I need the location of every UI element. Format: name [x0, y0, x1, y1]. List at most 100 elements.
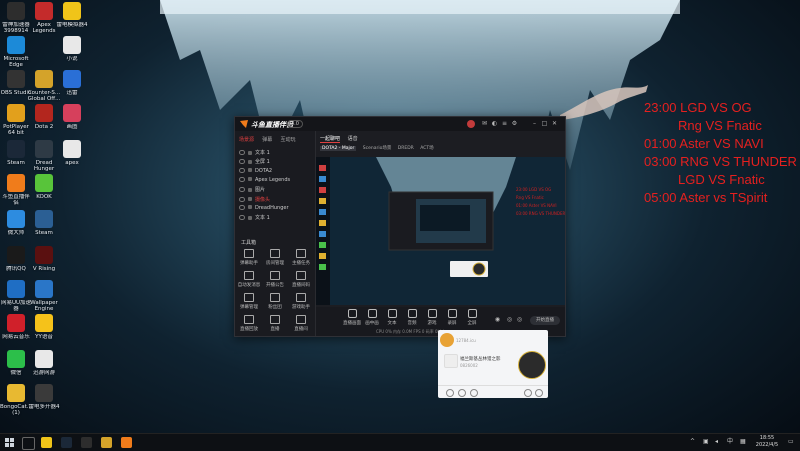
tab-scene-sources[interactable]: 场景源: [239, 136, 254, 143]
at-icon[interactable]: [524, 389, 532, 397]
streaming-app-window[interactable]: 斗鱼直播伴侣 4.0 ✉ ◐ ≡ ⚙ – □ ✕ 场景源 弹幕 互动玩 文本 1…: [234, 116, 566, 337]
toolbox-item[interactable]: 房间管理: [263, 249, 287, 266]
scene-tab[interactable]: ACT场: [420, 146, 433, 151]
taskbar-csgo-icon[interactable]: [101, 437, 112, 448]
visibility-icon[interactable]: [239, 176, 245, 182]
app-icon: [7, 280, 25, 298]
task-view-icon[interactable]: [22, 437, 35, 450]
maximize-icon[interactable]: □: [541, 120, 548, 127]
source-item[interactable]: Apex Legends: [239, 176, 290, 184]
source-item[interactable]: 摄像头: [239, 196, 270, 203]
tray-network-icon[interactable]: ▣: [703, 439, 709, 445]
tab-interaction[interactable]: 互动玩: [281, 136, 296, 143]
desktop-icon[interactable]: 雷电多开器4: [27, 384, 61, 410]
desktop-icon[interactable]: KOOK: [27, 174, 61, 200]
system-clock[interactable]: 18:55 2022/4/5: [752, 435, 782, 449]
tool-label: 弹幕管理: [240, 305, 258, 310]
desktop-icon[interactable]: Microsoft Edge: [0, 36, 33, 68]
start-live-button[interactable]: 开始直播: [530, 316, 560, 325]
toolbox-item[interactable]: 直播间: [289, 315, 313, 332]
bottom-tool[interactable]: 录屏: [442, 309, 462, 326]
settings-icon[interactable]: ⚙: [511, 120, 518, 127]
visibility-icon[interactable]: [239, 215, 245, 221]
desktop-icon[interactable]: 画图: [55, 104, 89, 130]
bottom-tool[interactable]: 文本: [382, 309, 402, 326]
scene-tab[interactable]: DOTA2 - Major: [320, 146, 357, 151]
source-item[interactable]: DOTA2: [239, 167, 272, 175]
tab-chat[interactable]: 一起聊吧: [320, 136, 341, 143]
tray-volume-icon[interactable]: ◂: [715, 439, 721, 445]
desktop-icon[interactable]: V Rising: [27, 246, 61, 272]
status-line: CPU 0% 内存 0.0M FPS 0 码率 0kb/s: [376, 329, 446, 334]
bottom-tool[interactable]: 全屏: [462, 309, 482, 326]
close-icon[interactable]: ✕: [551, 120, 558, 127]
source-item[interactable]: 图片: [239, 186, 265, 193]
toolbox-item[interactable]: 开播公告: [263, 271, 287, 288]
emoji-icon[interactable]: [446, 389, 454, 397]
visibility-icon[interactable]: [239, 159, 245, 165]
stream-preview[interactable]: 23:00 LGD VS OG Rng VS Fnatic 01:00 Aste…: [316, 157, 565, 305]
gift-badge-icon[interactable]: [518, 351, 546, 379]
source-item[interactable]: 全屏 1: [239, 158, 270, 165]
source-item[interactable]: 文本 1: [239, 214, 270, 221]
toolbox-item[interactable]: 弹幕助手: [237, 249, 261, 266]
desktop-icon[interactable]: apex: [55, 140, 89, 166]
source-item[interactable]: DreadHunger: [239, 204, 289, 212]
desktop-icon[interactable]: Wallpaper Engine: [27, 280, 61, 312]
user-avatar[interactable]: [467, 120, 475, 128]
visibility-icon[interactable]: [239, 204, 245, 210]
toolbox-item[interactable]: 直播回放: [237, 315, 261, 332]
toolbox-item[interactable]: 直播: [263, 315, 287, 332]
bottom-tool[interactable]: 音频: [402, 309, 422, 326]
bottom-tool[interactable]: 直播画面: [342, 309, 362, 326]
minimize-icon[interactable]: –: [531, 120, 538, 127]
file-icon[interactable]: [470, 389, 478, 397]
taskbar-app-icon[interactable]: [81, 437, 92, 448]
desktop-icon[interactable]: 迅游网游: [27, 350, 61, 376]
windows-start-icon[interactable]: [5, 438, 14, 447]
bottom-tool-icon: [467, 309, 477, 318]
message-icon[interactable]: ✉: [481, 120, 488, 127]
tray-expand-icon[interactable]: ^: [690, 439, 696, 445]
scene-tab[interactable]: DREDR: [398, 146, 414, 151]
send-icon[interactable]: [535, 389, 543, 397]
skin-icon[interactable]: ◐: [491, 120, 498, 127]
notification-icon[interactable]: ▭: [788, 439, 794, 445]
chat-popup[interactable]: 12784.icu 福兰斯基丛林猎之影 0826002: [438, 330, 548, 398]
bottom-tool[interactable]: 游戏: [422, 309, 442, 326]
app-titlebar[interactable]: 斗鱼直播伴侣 4.0 ✉ ◐ ≡ ⚙ – □ ✕: [235, 117, 565, 131]
taskbar-douyu-icon[interactable]: [121, 437, 132, 448]
toolbox-item[interactable]: 游戏助手: [289, 293, 313, 310]
menu-icon[interactable]: ≡: [501, 120, 508, 127]
visibility-icon[interactable]: [239, 187, 245, 193]
mic-icon[interactable]: ◎: [516, 316, 523, 323]
visibility-icon[interactable]: [239, 150, 245, 155]
desktop-icon[interactable]: 迅雷: [55, 70, 89, 96]
camera-icon[interactable]: ◉: [494, 316, 501, 323]
bottom-tool[interactable]: 画中画: [362, 309, 382, 326]
tool-label: 直播间: [294, 327, 308, 332]
visibility-icon[interactable]: [239, 167, 245, 173]
toolbox-item[interactable]: 弹幕管理: [237, 293, 261, 310]
desktop-icon[interactable]: 雷电模拟器4: [55, 2, 89, 28]
tray-keyboard-icon[interactable]: ▦: [740, 439, 746, 445]
volume-icon[interactable]: ◎: [506, 316, 513, 323]
version-badge[interactable]: 4.0: [287, 120, 303, 128]
toolbox-item[interactable]: 直播间码: [289, 271, 313, 288]
toolbox-item[interactable]: 粉丝团: [263, 293, 287, 310]
visibility-icon[interactable]: [239, 196, 245, 202]
taskbar-folder-icon[interactable]: [41, 437, 52, 448]
source-item[interactable]: 文本 1: [239, 149, 270, 156]
tool-icon: [270, 249, 280, 258]
tray-ime-icon[interactable]: 中: [727, 439, 733, 445]
desktop-icon[interactable]: Steam: [27, 210, 61, 236]
image-icon[interactable]: [458, 389, 466, 397]
desktop-icon[interactable]: YY语音: [27, 314, 61, 340]
toolbox-item[interactable]: 自动发消息: [237, 271, 261, 288]
desktop-icon[interactable]: 小说: [55, 36, 89, 62]
toolbox-item[interactable]: 主播任务: [289, 249, 313, 266]
tab-voice[interactable]: 语音: [348, 136, 358, 142]
taskbar-steam-icon[interactable]: [61, 437, 72, 448]
tab-danmaku[interactable]: 弹幕: [262, 136, 272, 143]
scene-tab[interactable]: Scenario场景: [363, 146, 392, 151]
